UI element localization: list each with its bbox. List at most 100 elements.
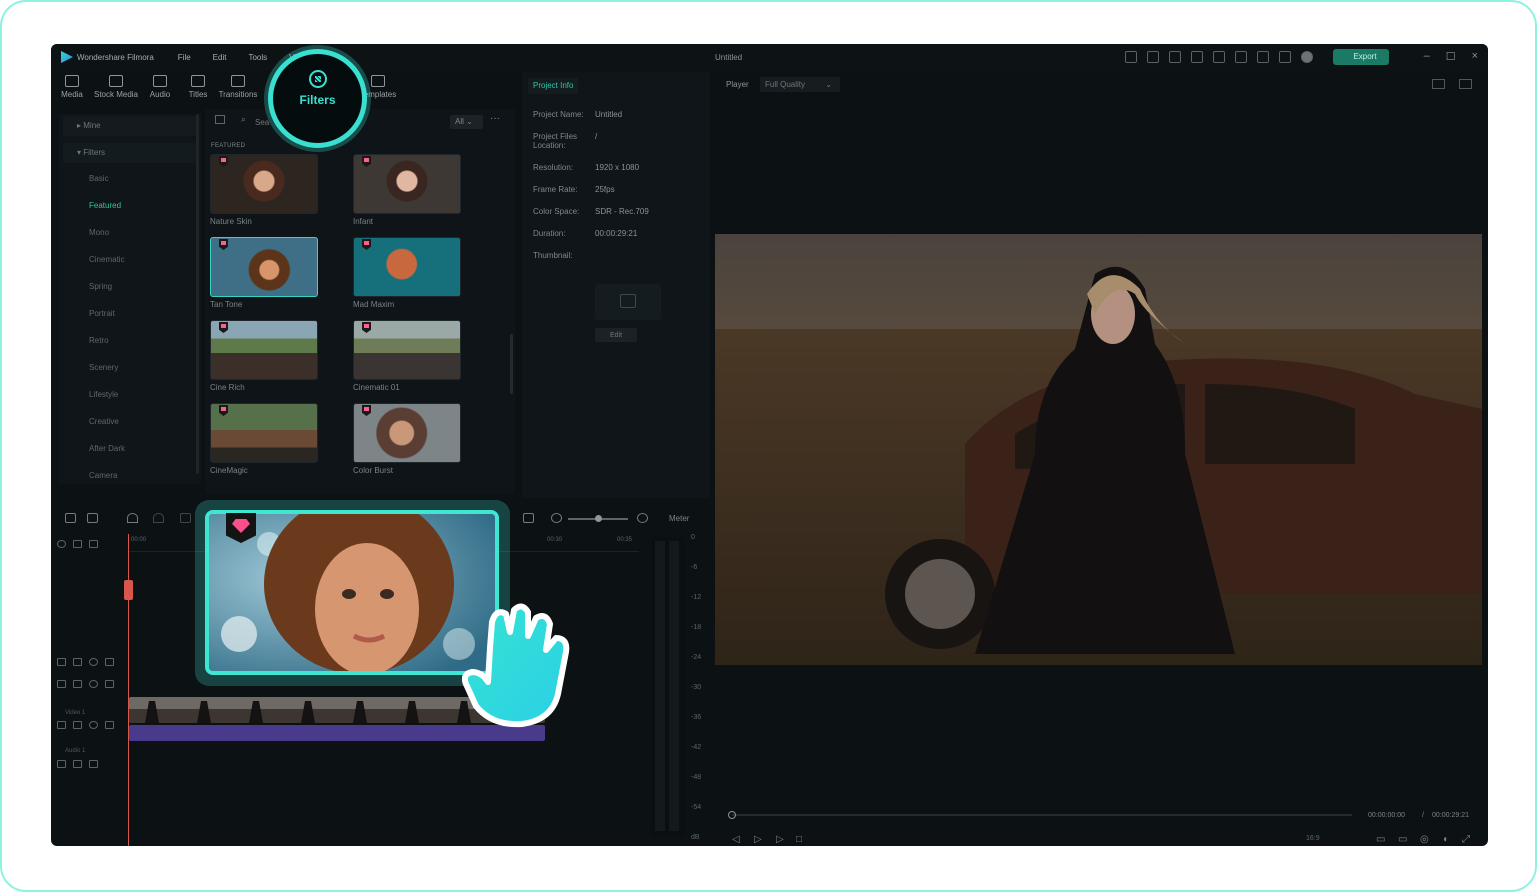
filter-card-nature-skin[interactable]: Nature Skin <box>210 154 318 226</box>
video-preview[interactable] <box>715 234 1482 665</box>
sidebar-mine[interactable]: ▸ Mine <box>63 116 197 136</box>
folder-icon[interactable] <box>215 115 225 124</box>
edit-thumbnail-button[interactable]: Edit <box>595 328 637 342</box>
sidebar-item-scenery[interactable]: Scenery <box>59 354 201 381</box>
zoom-slider-handle[interactable] <box>595 515 602 522</box>
prev-frame-icon[interactable]: ◁ <box>732 834 740 845</box>
browser-scrollbar[interactable] <box>510 334 513 394</box>
sidebar-item-retro[interactable]: Retro <box>59 327 201 354</box>
tab-transitions[interactable]: Transitions <box>215 70 261 108</box>
filter-card-color-burst[interactable]: Color Burst <box>353 403 461 475</box>
sidebar-item-mono[interactable]: Mono <box>59 219 201 246</box>
tab-project-info[interactable]: Project Info <box>528 78 579 94</box>
track-folder-icon[interactable] <box>57 658 66 666</box>
disk-icon[interactable] <box>1213 51 1225 63</box>
tab-audio[interactable]: Audio <box>139 70 181 108</box>
export-button[interactable]: Export <box>1333 49 1389 65</box>
track-visibility-icon[interactable] <box>89 680 98 688</box>
display-icon[interactable]: ▭ <box>1398 834 1407 845</box>
thumbnail-placeholder[interactable] <box>595 284 661 320</box>
sidebar-item-spring[interactable]: Spring <box>59 273 201 300</box>
filter-type-select[interactable]: All ⌄ <box>450 115 483 129</box>
fit-icon[interactable] <box>523 513 534 523</box>
minimize-icon[interactable]: – <box>1424 50 1430 63</box>
avatar[interactable] <box>1301 51 1313 63</box>
track-audio-icon[interactable] <box>73 658 82 666</box>
quality-select[interactable]: Full Quality ⌄ <box>760 77 840 92</box>
track-manager-icon[interactable] <box>89 540 98 548</box>
zoom-out-icon[interactable] <box>551 513 562 523</box>
gift-icon[interactable] <box>1125 51 1137 63</box>
track-lock-icon[interactable] <box>105 680 114 688</box>
filter-card-cine-rich[interactable]: Cine Rich <box>210 320 318 392</box>
sidebar-item-creative[interactable]: Creative <box>59 408 201 435</box>
tab-media[interactable]: Media <box>51 70 93 108</box>
sidebar-item-lifestyle[interactable]: Lifestyle <box>59 381 201 408</box>
compare-view-icon[interactable] <box>1432 79 1445 89</box>
scrub-bar[interactable] <box>732 814 1352 816</box>
filter-card-infant[interactable]: Infant <box>353 154 461 226</box>
layout-grid-icon[interactable] <box>65 513 76 523</box>
track-visibility-icon[interactable] <box>89 658 98 666</box>
layout-icon[interactable] <box>1191 51 1203 63</box>
menu-edit[interactable]: Edit <box>213 53 227 62</box>
headset-icon[interactable] <box>1257 51 1269 63</box>
snapshot-view-icon[interactable] <box>1459 79 1472 89</box>
filter-card-tan-tone[interactable]: Tan Tone <box>210 237 318 309</box>
filter-card-cinemagic[interactable]: CineMagic <box>210 403 318 475</box>
track-audio-icon[interactable] <box>73 760 82 768</box>
add-track-icon[interactable] <box>73 540 82 548</box>
cloud-icon[interactable] <box>1235 51 1247 63</box>
meter-label[interactable]: Meter <box>669 514 689 523</box>
aspect-ratio[interactable]: 16:9 <box>1306 835 1320 842</box>
step-play-icon[interactable]: ▷ <box>754 834 762 845</box>
sidebar-item-portrait[interactable]: Portrait <box>59 300 201 327</box>
sidebar-item-cinematic[interactable]: Cinematic <box>59 246 201 273</box>
maximize-icon[interactable]: ☐ <box>1446 50 1456 63</box>
sidebar-item-basic[interactable]: Basic <box>59 165 201 192</box>
track-folder-icon[interactable] <box>57 760 66 768</box>
camera-icon[interactable]: ◎ <box>1420 834 1429 845</box>
track-lock-icon[interactable] <box>105 658 114 666</box>
tab-titles[interactable]: Titles <box>181 70 215 108</box>
zoom-in-icon[interactable] <box>637 513 648 523</box>
sidebar-item-after-dark[interactable]: After Dark <box>59 435 201 462</box>
filter-card-mad-maxim[interactable]: Mad Maxim <box>353 237 461 309</box>
play-icon[interactable]: ▷ <box>776 834 784 845</box>
redo-icon[interactable] <box>153 513 164 523</box>
menu-tools[interactable]: Tools <box>248 53 267 62</box>
track-folder-icon[interactable] <box>57 721 66 729</box>
more-options-icon[interactable]: ··· <box>490 113 500 124</box>
track-audio-icon[interactable] <box>73 680 82 688</box>
fullscreen-icon[interactable]: ⤢ <box>1462 834 1470 845</box>
undo-icon[interactable] <box>127 513 138 523</box>
track-audio-icon[interactable] <box>73 721 82 729</box>
stop-icon[interactable]: □ <box>796 834 802 845</box>
close-icon[interactable]: × <box>1472 50 1478 63</box>
scrub-handle[interactable] <box>728 811 736 819</box>
volume-icon[interactable]: ◖ <box>1442 834 1448 845</box>
save-icon[interactable] <box>1169 51 1181 63</box>
filmora-window: Wondershare Filmora File Edit Tools View… <box>51 44 1488 846</box>
premium-badge-icon <box>362 322 371 333</box>
track-lock-icon[interactable] <box>105 721 114 729</box>
select-tool-icon[interactable] <box>87 513 98 523</box>
sidebar-filters[interactable]: ▾ Filters <box>63 143 197 163</box>
filter-card-cinematic-01[interactable]: Cinematic 01 <box>353 320 461 392</box>
track-visibility-icon[interactable] <box>89 721 98 729</box>
playhead-handle[interactable] <box>124 580 133 600</box>
delete-icon[interactable] <box>180 513 191 523</box>
sidebar-item-camera[interactable]: Camera <box>59 462 201 489</box>
send-icon[interactable] <box>1147 51 1159 63</box>
filters-tab-highlight[interactable]: Filters <box>268 49 367 148</box>
render-icon[interactable]: ▭ <box>1376 834 1385 845</box>
tab-stock-media[interactable]: Stock Media <box>93 70 139 108</box>
link-icon[interactable] <box>57 540 66 548</box>
track-folder-icon[interactable] <box>57 680 66 688</box>
sidebar-item-featured[interactable]: Featured <box>59 192 201 219</box>
track-lock-icon[interactable] <box>89 760 98 768</box>
sidebar-scrollbar[interactable] <box>196 114 199 474</box>
menu-file[interactable]: File <box>178 53 191 62</box>
filter-thumbnail <box>353 237 461 297</box>
grid-icon[interactable] <box>1279 51 1291 63</box>
